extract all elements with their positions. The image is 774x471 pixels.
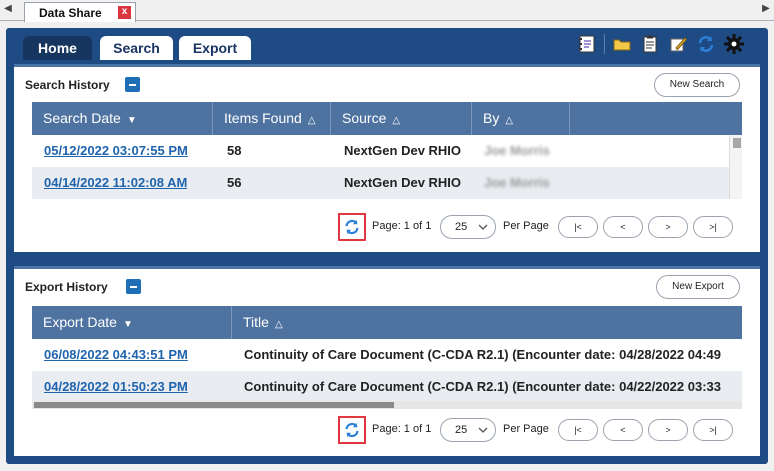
scroll-left-icon[interactable]: ◀: [2, 3, 14, 14]
column-search-date[interactable]: Search Date ▼: [32, 102, 213, 135]
search-date-link[interactable]: 05/12/2022 03:07:55 PM: [44, 135, 188, 167]
items-found-cell: 58: [227, 143, 242, 158]
by-cell: Joe Morris: [484, 175, 550, 190]
refresh-icon: [345, 219, 359, 235]
collapse-export-history-button[interactable]: [126, 279, 141, 294]
per-page-label: Per Page: [503, 220, 549, 232]
collapse-search-history-button[interactable]: [125, 77, 140, 92]
title-cell: Continuity of Care Document (C-CDA R2.1)…: [244, 379, 722, 394]
sort-desc-icon: ▼: [126, 115, 137, 126]
column-source[interactable]: Source △: [331, 102, 472, 135]
refresh-export-history-button[interactable]: [338, 416, 366, 444]
folder-icon[interactable]: [611, 33, 633, 55]
document-tab-label: Data Share: [39, 6, 102, 20]
column-by[interactable]: By △: [472, 102, 570, 135]
items-found-cell: 56: [227, 175, 242, 190]
scrollbar-thumb[interactable]: [733, 138, 741, 148]
column-title[interactable]: Title △: [232, 306, 742, 339]
first-page-button[interactable]: |<: [558, 419, 598, 441]
export-history-title: Export History: [25, 280, 108, 294]
export-history-body: 06/08/2022 04:43:51 PM Continuity of Car…: [32, 339, 742, 401]
new-search-button[interactable]: New Search: [654, 73, 740, 97]
search-history-pager: Page: 1 of 1 25 Per Page |< < > >|: [338, 213, 738, 241]
search-history-grid: Search Date ▼ Items Found △ Source △ By △ 05…: [32, 102, 742, 201]
document-tab-data-share[interactable]: Data Share x: [24, 2, 136, 22]
refresh-icon: [345, 422, 359, 438]
refresh-icon[interactable]: [695, 33, 717, 55]
search-date-link[interactable]: 04/14/2022 11:02:08 AM: [44, 167, 187, 199]
new-export-button[interactable]: New Export: [656, 275, 740, 299]
export-date-link[interactable]: 06/08/2022 04:43:51 PM: [44, 339, 188, 371]
search-history-panel: Search History New Search Search Date ▼ I…: [14, 64, 760, 252]
toolbar: [576, 32, 745, 56]
tab-export[interactable]: Export: [179, 36, 251, 60]
tab-home[interactable]: Home: [23, 36, 92, 60]
toolbar-separator: [604, 34, 605, 54]
page-indicator: Page: 1 of 1: [372, 423, 432, 435]
export-history-header: Export Date ▼ Title △: [32, 306, 742, 339]
tab-search[interactable]: Search: [100, 36, 173, 60]
scrollbar-thumb[interactable]: [34, 402, 394, 408]
gear-icon[interactable]: [723, 33, 745, 55]
sort-icon: △: [505, 115, 514, 126]
table-row[interactable]: 04/14/2022 11:02:08 AM 56 NextGen Dev RH…: [32, 167, 729, 199]
search-history-title: Search History: [25, 78, 110, 92]
page-size-select[interactable]: 25: [440, 215, 496, 239]
previous-page-button[interactable]: <: [603, 216, 643, 238]
sort-desc-icon: ▼: [122, 319, 133, 330]
source-cell: NextGen Dev RHIO: [344, 175, 462, 190]
export-history-horizontal-scrollbar[interactable]: [32, 401, 742, 409]
refresh-search-history-button[interactable]: [338, 213, 366, 241]
search-history-header: Search Date ▼ Items Found △ Source △ By △: [32, 102, 742, 135]
source-cell: NextGen Dev RHIO: [344, 143, 462, 158]
scroll-right-icon[interactable]: ▶: [760, 3, 772, 14]
notes-icon[interactable]: [576, 33, 598, 55]
by-cell: Joe Morris: [484, 143, 550, 158]
chevron-down-icon: [478, 224, 488, 230]
search-history-vertical-scrollbar[interactable]: [729, 135, 742, 199]
table-row[interactable]: 04/28/2022 01:50:23 PM Continuity of Car…: [32, 371, 742, 401]
document-tab-strip: ◀ ▶ Data Share x: [0, 0, 774, 22]
page-size-select[interactable]: 25: [440, 418, 496, 442]
last-page-button[interactable]: >|: [693, 419, 733, 441]
next-page-button[interactable]: >: [648, 419, 688, 441]
chevron-down-icon: [478, 427, 488, 433]
last-page-button[interactable]: >|: [693, 216, 733, 238]
table-row[interactable]: 06/08/2022 04:43:51 PM Continuity of Car…: [32, 339, 742, 371]
export-history-panel: Export History New Export Export Date ▼ T…: [14, 266, 760, 456]
sort-icon: △: [307, 115, 316, 126]
column-export-date[interactable]: Export Date ▼: [32, 306, 232, 339]
first-page-button[interactable]: |<: [558, 216, 598, 238]
sort-icon: △: [392, 115, 401, 126]
table-row[interactable]: 05/12/2022 03:07:55 PM 58 NextGen Dev RH…: [32, 135, 729, 167]
column-items-found[interactable]: Items Found △: [213, 102, 331, 135]
export-history-pager: Page: 1 of 1 25 Per Page |< < > >|: [338, 416, 738, 444]
sort-icon: △: [274, 319, 283, 330]
data-share-frame: Home Search Export Search History New Se…: [6, 28, 768, 464]
per-page-label: Per Page: [503, 423, 549, 435]
edit-icon[interactable]: [667, 33, 689, 55]
export-date-link[interactable]: 04/28/2022 01:50:23 PM: [44, 371, 188, 401]
title-cell: Continuity of Care Document (C-CDA R2.1)…: [244, 347, 722, 362]
clipboard-icon[interactable]: [639, 33, 661, 55]
export-history-grid: Export Date ▼ Title △ 06/08/2022 04:43:51 …: [32, 306, 742, 409]
page-indicator: Page: 1 of 1: [372, 220, 432, 232]
previous-page-button[interactable]: <: [603, 419, 643, 441]
close-icon[interactable]: x: [118, 6, 131, 19]
next-page-button[interactable]: >: [648, 216, 688, 238]
